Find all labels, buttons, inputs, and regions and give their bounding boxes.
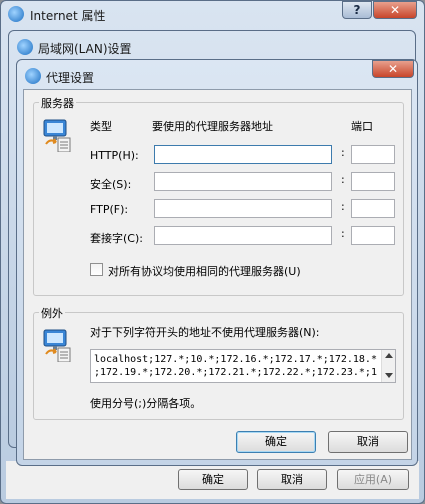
exceptions-text-line-2: ;172.19.*;172.20.*;172.21.*;172.22.*;172… [94, 367, 377, 378]
secure-label: 安全(S): [90, 178, 132, 191]
ftp-port-input[interactable] [351, 199, 395, 218]
http-port-input[interactable] [351, 145, 395, 164]
internet-properties-title: Internet 属性 [30, 9, 106, 23]
secure-port-input[interactable] [351, 172, 395, 191]
socks-label: 套接字(C): [90, 232, 143, 245]
proxy-settings-window: 代理设置 ✕ 服务器 类型 要使用的代理服务器地址 端口 HTTP(H): : … [16, 59, 418, 466]
proxy-window-icon [25, 68, 41, 84]
same-proxy-label[interactable]: 对所有协议均使用相同的代理服务器(U) [108, 263, 301, 279]
scroll-down-arrow-icon[interactable] [385, 373, 393, 378]
internet-apply-button[interactable]: 应用(A) [337, 469, 409, 490]
lan-icon [17, 39, 33, 55]
secure-colon: : [341, 173, 345, 186]
column-header-address: 要使用的代理服务器地址 [152, 120, 273, 133]
http-colon: : [341, 146, 345, 159]
http-label: HTTP(H): [90, 149, 139, 162]
ftp-address-input[interactable] [154, 199, 332, 218]
socks-address-input[interactable] [154, 226, 332, 245]
scroll-up-arrow-icon[interactable] [385, 353, 393, 358]
exceptions-textarea[interactable]: localhost;127.*;10.*;172.16.*;172.17.*;1… [90, 349, 396, 383]
socks-port-input[interactable] [351, 226, 395, 245]
exceptions-hint: 使用分号(;)分隔各项。 [90, 397, 202, 410]
http-address-input[interactable] [154, 145, 332, 164]
column-header-type: 类型 [90, 120, 112, 133]
exceptions-text-line-1: localhost;127.*;10.*;172.16.*;172.17.*;1… [94, 354, 377, 365]
lan-settings-title: 局域网(LAN)设置 [38, 42, 132, 56]
exceptions-legend: 例外 [39, 305, 65, 321]
proxy-close-button[interactable]: ✕ [372, 60, 414, 78]
proxy-server-icon [43, 119, 71, 152]
proxy-settings-title: 代理设置 [46, 71, 95, 85]
same-proxy-checkbox[interactable] [90, 263, 103, 276]
ftp-colon: : [341, 200, 345, 213]
internet-ok-button[interactable]: 确定 [178, 469, 248, 490]
proxy-cancel-button[interactable]: 取消 [328, 431, 408, 453]
ie-icon [8, 6, 24, 22]
internet-cancel-button[interactable]: 取消 [257, 469, 327, 490]
column-header-port: 端口 [351, 120, 373, 133]
socks-colon: : [341, 227, 345, 240]
proxy-ok-button[interactable]: 确定 [236, 431, 316, 453]
close-button[interactable]: ✕ [373, 1, 417, 19]
secure-address-input[interactable] [154, 172, 332, 191]
ftp-label: FTP(F): [90, 203, 129, 216]
help-button[interactable]: ? [342, 1, 372, 19]
servers-legend: 服务器 [39, 95, 76, 111]
exceptions-description: 对于下列字符开头的地址不使用代理服务器(N): [90, 326, 320, 339]
exceptions-icon [43, 329, 71, 362]
proxy-settings-body: 服务器 类型 要使用的代理服务器地址 端口 HTTP(H): : 安全(S): … [23, 89, 412, 460]
exceptions-scrollbar[interactable] [381, 350, 395, 382]
